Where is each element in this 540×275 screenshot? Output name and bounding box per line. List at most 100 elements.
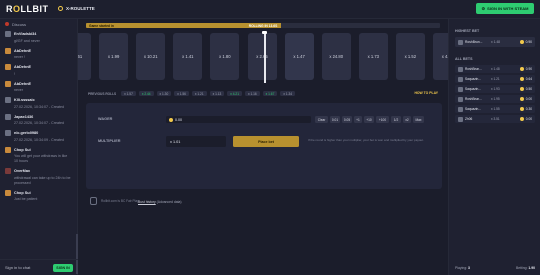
wager-input[interactable]: 0.00 [166, 116, 311, 123]
avatar[interactable] [5, 189, 11, 196]
chat-sign-in-button[interactable]: SIGN IN [53, 263, 73, 272]
chat-message: nlc.gerlo0980 27.02.2026, 10:34:09 - Crea… [0, 128, 77, 145]
chat-message: AbDehnE! [0, 62, 77, 79]
multiplier-input[interactable]: x 1.01 [166, 136, 226, 147]
avatar [458, 66, 463, 72]
wager-quick-button[interactable]: 0.05 [342, 116, 352, 123]
chat-username[interactable]: AbDehnE [14, 65, 31, 69]
chat-username[interactable]: AbDehnE [14, 82, 31, 86]
bet-user: Saquazin... [465, 77, 481, 81]
steam-sign-in-button[interactable]: ⚙ SIGN IN WITH STEAM [476, 3, 534, 14]
wager-quick-button[interactable]: +100 [376, 116, 389, 123]
wager-quick-button[interactable]: 0.01 [330, 116, 340, 123]
bet-user: RoshBrun... [465, 67, 482, 71]
wager-quick-button[interactable]: x2 [403, 116, 411, 123]
previous-roll-chip: x 1.21 [191, 91, 207, 96]
bet-amount: 0.00 [520, 97, 532, 101]
wager-quick-button[interactable]: 1/2 [391, 116, 401, 123]
rollbit-logo[interactable]: ROLLBIT [6, 4, 49, 14]
avatar[interactable] [5, 80, 11, 87]
coin-icon [520, 117, 525, 121]
reel-pointer [264, 31, 266, 83]
how-to-play-link[interactable]: HOW TO PLAY [414, 91, 438, 95]
reel-card: x 1.47 [284, 33, 314, 80]
coin-icon [520, 97, 525, 101]
avatar[interactable] [5, 47, 11, 54]
chat-channel[interactable]: Discuss [0, 19, 77, 29]
previous-roll-chip: x 2.44 [138, 91, 154, 96]
reel-card: x 4.21 [433, 33, 448, 80]
chat-username[interactable]: EnVladski34 [14, 32, 36, 36]
bet-row: RoshBrun... x 1.95 0.00 [455, 95, 535, 103]
steam-icon: ⚙ [481, 6, 486, 11]
bet-user: RoshBrun... [465, 40, 483, 44]
chat-text: You will get your withdraws in like 10 h… [14, 154, 68, 163]
bet-multiplier: x 1.95 [491, 97, 500, 101]
coin-icon [520, 67, 525, 71]
chat-panel: Discuss EnVladski34 gl/GF and never AbDehn… [0, 19, 78, 275]
bet-row: RoshBrun... x 1.48 0.90 [455, 65, 535, 73]
bet-user: RoshBrun... [465, 97, 482, 101]
previous-roll-chip: x 1.67 [262, 91, 278, 96]
progress-center-label: ROLLING IN 13.6S [248, 23, 278, 28]
coin-icon [520, 87, 525, 91]
reel-card: x 10.21 [136, 33, 166, 80]
bet-amount: 0.00 [520, 117, 532, 121]
bet-multiplier: x 1.55 [491, 107, 500, 111]
chat-username[interactable]: OverMax [14, 169, 30, 173]
chat-username[interactable]: Klli.ssssaic [14, 98, 35, 102]
wager-quick-button[interactable]: Max [413, 116, 424, 123]
betting-total: Betting: 1.90 [515, 266, 535, 270]
previous-roll-chip: x 4.21 [227, 91, 242, 96]
previous-roll-chip: x 1.56 [174, 91, 189, 96]
avatar[interactable] [5, 130, 11, 136]
avatar[interactable] [5, 97, 11, 103]
previous-roll-chip: x 1.34 [280, 91, 296, 96]
bets-sidebar: HIGHEST BET RoshBrun... x 1.48 0.90 ALL … [448, 19, 540, 275]
avatar[interactable] [5, 146, 11, 153]
chat-username[interactable]: Chop Sui [14, 191, 31, 195]
bet-multiplier: x 1.48 [491, 40, 500, 44]
avatar[interactable] [5, 113, 11, 120]
avatar[interactable] [5, 64, 11, 70]
flag-icon [5, 22, 9, 26]
multiplier-hint: If the round is higher than your multipl… [308, 138, 424, 142]
reel-card: x 24.80 [321, 33, 351, 80]
avatar [458, 106, 463, 112]
bet-row: Saquazin... x 1.55 0.30 [455, 105, 535, 113]
bust-history-link[interactable]: Bust history [138, 200, 156, 204]
round-progress-bar: Game started in ROLLING IN 13.6S [86, 23, 440, 28]
avatar[interactable] [5, 168, 11, 174]
wager-quick-button[interactable]: +1 [354, 116, 362, 123]
chat-text: 27.02.2026, 10:34:09 - Created [14, 137, 64, 142]
chat-username[interactable]: Japax1436 [14, 115, 33, 119]
bust-history: Bust history (Advanced data) [138, 200, 182, 204]
game-area: Game started in ROLLING IN 13.6S x 1.61 x… [78, 19, 448, 275]
chat-username[interactable]: Chop Sui [14, 148, 31, 152]
chat-username[interactable]: nlc.gerlo0980 [14, 131, 38, 135]
previous-roll-chip: x 1.13 [209, 91, 225, 96]
chat-message: AbDehnE never [0, 79, 77, 96]
bet-amount: 0.90 [520, 40, 532, 44]
bet-row: Zh06 x 3.51 0.00 [455, 115, 535, 123]
avatar [458, 86, 463, 92]
place-bet-button[interactable]: Place bet [233, 136, 299, 147]
highest-bet-title: HIGHEST BET [455, 29, 480, 33]
bet-multiplier: x 1.48 [491, 67, 500, 71]
chat-username[interactable]: AbDehnE [14, 49, 31, 53]
chat-text: gl/GF and never [14, 38, 40, 43]
shield-icon [90, 197, 97, 205]
wager-quick-button[interactable]: +10 [364, 116, 374, 123]
sidebar-stats: Playing: 3 Betting: 1.90 [455, 266, 535, 270]
chat-messages: EnVladski34 gl/GF and never AbDehnE never !… [0, 29, 77, 204]
chat-text: never [14, 88, 23, 92]
chat-message: AbDehnE never ! [0, 46, 77, 63]
wager-quick-button[interactable]: Clear [315, 116, 328, 123]
coin-icon [520, 107, 525, 111]
coin-icon [520, 77, 525, 81]
avatar [458, 39, 463, 45]
previous-roll-chip: x 1.30 [156, 91, 172, 96]
reel-pointer-cap [262, 31, 267, 34]
avatar[interactable] [5, 31, 11, 37]
avatar [458, 76, 463, 82]
